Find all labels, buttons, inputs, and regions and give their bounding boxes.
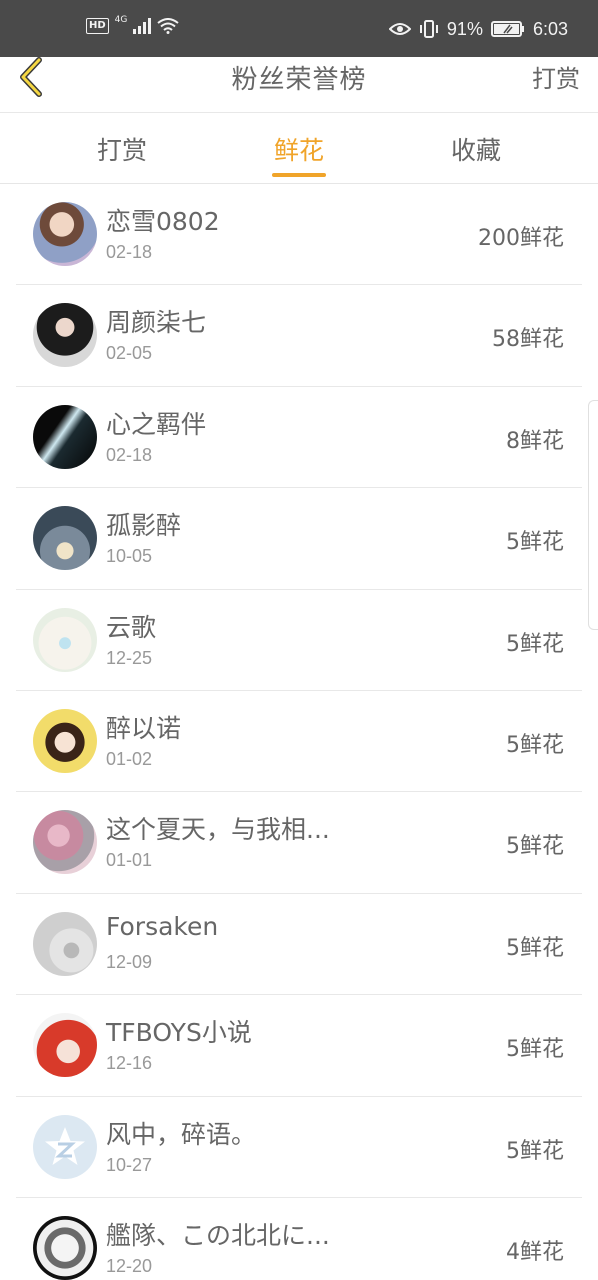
fan-name: 恋雪0802 <box>106 207 220 236</box>
flower-count: 4鲜花 <box>506 1239 564 1265</box>
fan-name: TFBOYS小说 <box>106 1018 252 1048</box>
list-item[interactable]: Forsaken 12-09 5鲜花 <box>16 894 582 996</box>
status-left: HD 4G <box>86 15 179 34</box>
page-title: 粉丝荣誉榜 <box>231 65 367 95</box>
edge-scroll-handle[interactable] <box>588 400 598 630</box>
fan-name: 云歌 <box>106 612 157 642</box>
fan-date: 12-25 <box>106 647 153 668</box>
flower-count: 200鲜花 <box>478 226 564 251</box>
fan-ranking-list: 恋雪0802 02-18 200鲜花 周颜柒七 02-05 58鲜花 心之羁伴 … <box>16 184 582 1280</box>
fan-date: 02-18 <box>106 444 153 465</box>
fan-name: 周颜柒七 <box>106 308 207 338</box>
tab-favorites[interactable]: 收藏 <box>416 131 536 167</box>
fan-name: 这个夏天，与我相... <box>106 815 330 845</box>
status-right: 91% 6:03 <box>388 18 568 40</box>
hd-badge: HD <box>86 18 109 34</box>
clock: 6:03 <box>532 19 568 39</box>
avatar <box>33 607 97 672</box>
flower-count: 5鲜花 <box>506 732 564 758</box>
fan-name: 孤影醉 <box>106 511 182 541</box>
eye-icon <box>388 23 411 35</box>
vibrate-icon <box>419 20 438 38</box>
fan-name: 醉以诺 <box>106 713 182 743</box>
status-bar: HD 4G 91% 6:03 <box>0 0 598 57</box>
fan-date: 02-05 <box>106 343 153 364</box>
list-item[interactable]: 醉以诺 01-02 5鲜花 <box>16 691 582 793</box>
flower-count: 58鲜花 <box>492 327 564 353</box>
fan-date: 12-20 <box>106 1255 153 1276</box>
list-item[interactable]: 云歌 12-25 5鲜花 <box>16 590 582 691</box>
tab-reward[interactable]: 打赏 <box>62 131 182 167</box>
list-item[interactable]: 心之羁伴 02-18 8鲜花 <box>16 387 582 489</box>
wifi-icon <box>157 18 179 34</box>
list-item[interactable]: 风中，碎语。 10-27 5鲜花 <box>16 1097 582 1198</box>
fan-date: 12-16 <box>106 1053 153 1074</box>
avatar <box>33 202 97 266</box>
battery-percent: 91% <box>446 19 483 39</box>
reward-button[interactable]: 打赏 <box>532 59 580 94</box>
fan-date: 10-27 <box>106 1154 153 1175</box>
avatar <box>33 303 97 368</box>
fan-date: 12-09 <box>106 951 153 972</box>
flower-count: 8鲜花 <box>506 428 564 454</box>
list-item[interactable]: 周颜柒七 02-05 58鲜花 <box>16 285 582 387</box>
list-item[interactable]: 恋雪0802 02-18 200鲜花 <box>16 184 582 286</box>
flower-count: 5鲜花 <box>506 530 564 556</box>
flower-count: 5鲜花 <box>506 631 564 657</box>
list-item[interactable]: TFBOYS小说 12-16 5鲜花 <box>16 995 582 1097</box>
flower-count: 5鲜花 <box>506 1138 564 1164</box>
fan-date: 01-02 <box>106 748 153 769</box>
list-item[interactable]: 孤影醉 10-05 5鲜花 <box>16 488 582 590</box>
top-navigation-bar: 粉丝荣誉榜 打赏 <box>0 57 598 113</box>
avatar <box>33 708 97 773</box>
list-item[interactable]: 这个夏天，与我相... 01-01 5鲜花 <box>16 792 582 894</box>
fan-name: 艦隊、この北北に... <box>106 1220 330 1250</box>
flower-count: 5鲜花 <box>506 834 564 860</box>
fan-name: 风中，碎语。 <box>106 1119 257 1149</box>
network-type: 4G <box>114 15 128 25</box>
signal-icon <box>133 18 152 34</box>
fan-name: 心之羁伴 <box>106 409 207 439</box>
avatar <box>33 1114 97 1179</box>
avatar <box>33 506 97 571</box>
fan-name: Forsaken <box>106 911 219 941</box>
avatar <box>33 1215 97 1280</box>
battery-icon <box>490 21 524 37</box>
list-item[interactable]: 艦隊、この北北に... 12-20 4鲜花 <box>16 1198 582 1280</box>
avatar <box>33 911 97 976</box>
fan-date: 01-01 <box>106 850 153 871</box>
active-tab-indicator <box>272 173 326 177</box>
fan-date: 10-05 <box>106 546 153 567</box>
star-icon <box>45 1126 85 1165</box>
flower-count: 5鲜花 <box>506 935 564 961</box>
flower-count: 5鲜花 <box>506 1037 564 1063</box>
avatar <box>33 404 97 469</box>
tab-flowers[interactable]: 鲜花 <box>239 131 359 167</box>
tab-bar: 打赏 鲜花 收藏 <box>0 113 598 184</box>
fan-date: 02-18 <box>106 242 153 262</box>
avatar <box>33 810 97 875</box>
avatar <box>33 1013 97 1078</box>
